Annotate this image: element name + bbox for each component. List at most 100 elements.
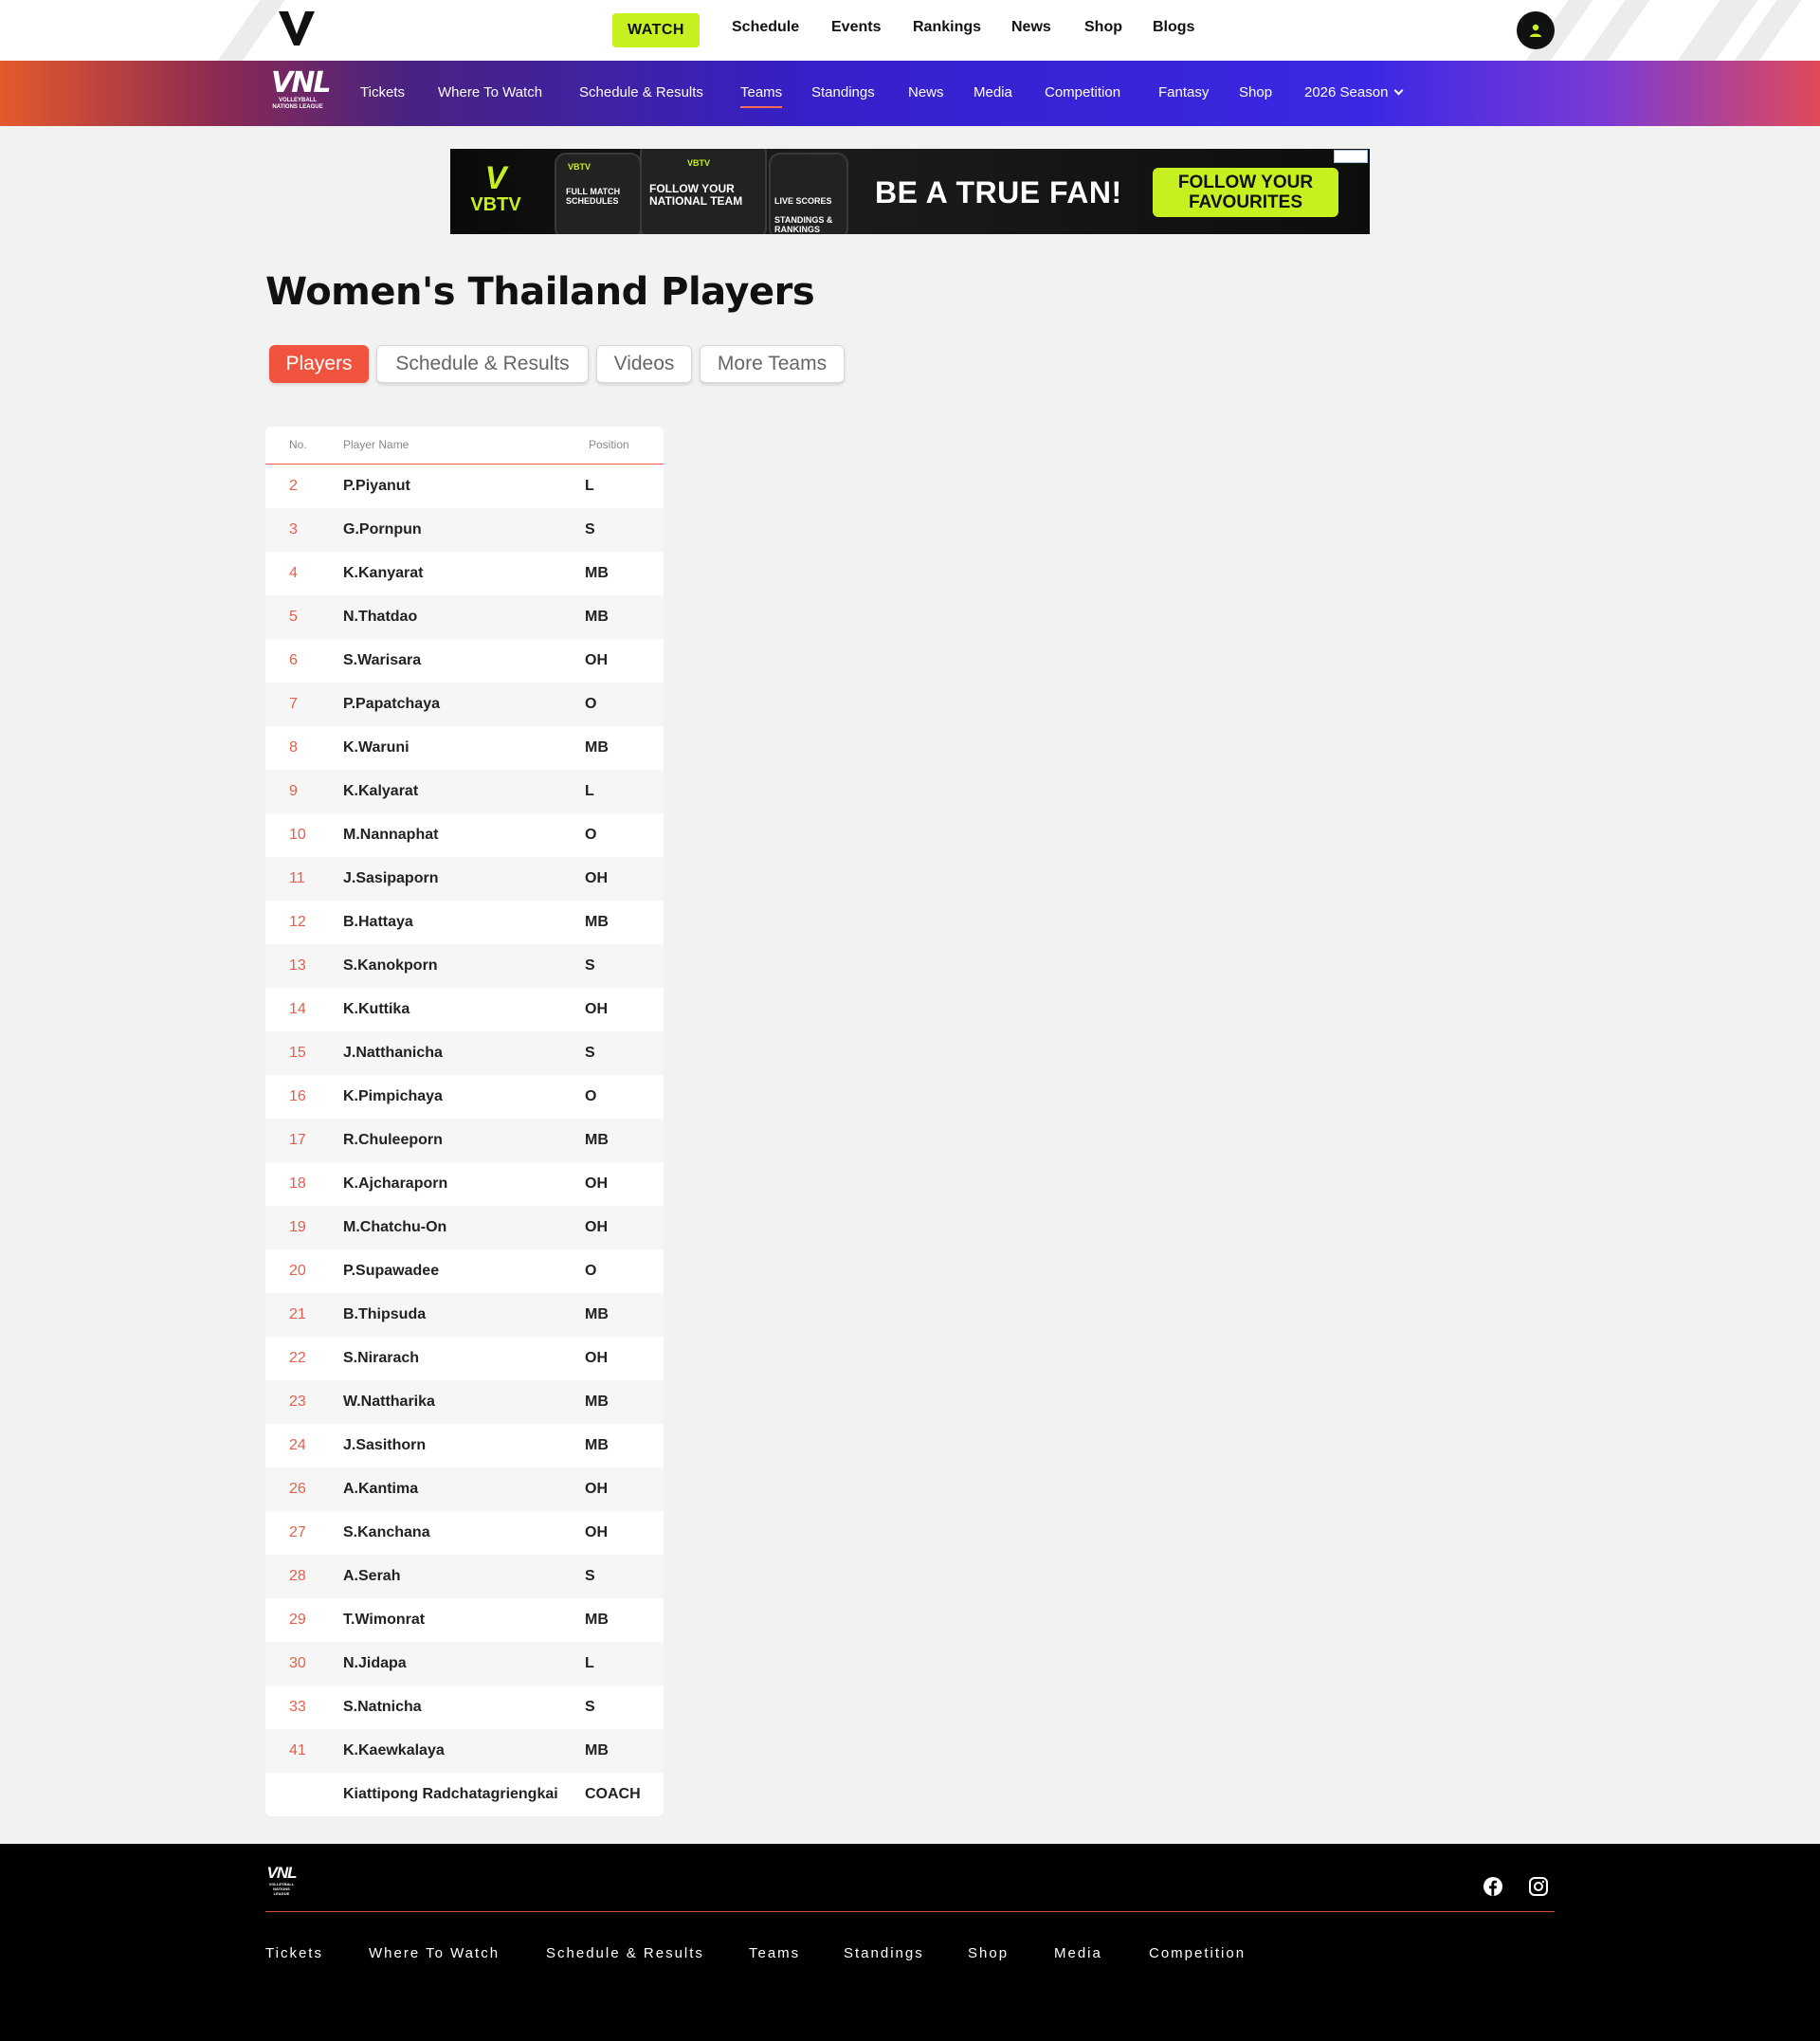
vbtv-logo: V VBTV — [467, 162, 524, 215]
player-number: 9 — [289, 783, 298, 799]
nav-competition[interactable]: Competition — [1045, 84, 1120, 100]
topnav-events[interactable]: Events — [831, 19, 881, 36]
nav-teams[interactable]: Teams — [740, 84, 783, 108]
nav-shop[interactable]: Shop — [1239, 84, 1272, 100]
ad-phone-text: STANDINGS & RANKINGS — [774, 215, 833, 234]
table-row[interactable]: Kiattipong Radchatagriengkai COACH — [265, 1773, 664, 1816]
topnav-schedule[interactable]: Schedule — [732, 19, 799, 36]
player-number: 13 — [289, 957, 306, 974]
player-number: 21 — [289, 1306, 306, 1322]
player-position: OH — [585, 652, 608, 668]
table-row[interactable]: 11 J.Sasipaporn OH — [265, 857, 664, 901]
season-dropdown[interactable]: 2026 Season — [1304, 84, 1404, 100]
table-row[interactable]: 10 M.Nannaphat O — [265, 813, 664, 857]
player-name: J.Sasithorn — [343, 1437, 427, 1453]
ad-phone-3: LIVE SCORES STANDINGS & RANKINGS — [769, 153, 848, 234]
player-number: 14 — [289, 1001, 306, 1017]
player-position: MB — [585, 739, 609, 756]
nav-news[interactable]: News — [908, 84, 944, 100]
footer-link-shop[interactable]: Shop — [968, 1945, 1009, 1961]
table-row[interactable]: 16 K.Pimpichaya O — [265, 1075, 664, 1119]
table-row[interactable]: 15 J.Natthanicha S — [265, 1031, 664, 1075]
ad-cta-button[interactable]: FOLLOW YOUR FAVOURITES — [1153, 168, 1338, 217]
column-header-no: No. — [289, 438, 307, 451]
table-row[interactable]: 27 S.Kanchana OH — [265, 1511, 664, 1555]
nav-fantasy[interactable]: Fantasy — [1158, 84, 1209, 100]
table-row[interactable]: 18 K.Ajcharaporn OH — [265, 1162, 664, 1206]
vnl-logo[interactable]: VNL VOLLEYBALL NATIONS LEAGUE — [271, 69, 331, 118]
player-number: 27 — [289, 1524, 306, 1540]
table-row[interactable]: 30 N.Jidapa L — [265, 1642, 664, 1686]
footer-divider — [265, 1911, 1555, 1912]
player-name: K.Kalyarat — [343, 783, 419, 799]
facebook-icon[interactable] — [1483, 1876, 1505, 1899]
nav-where-to-watch[interactable]: Where To Watch — [438, 84, 542, 100]
table-row[interactable]: 4 K.Kanyarat MB — [265, 552, 664, 595]
table-row[interactable]: 9 K.Kalyarat L — [265, 770, 664, 813]
topnav-rankings[interactable]: Rankings — [913, 19, 981, 36]
tab-videos[interactable]: Videos — [596, 345, 692, 383]
footer-logo-subtitle: VOLLEYBALL NATIONS LEAGUE — [268, 1882, 295, 1896]
table-row[interactable]: 28 A.Serah S — [265, 1555, 664, 1598]
table-row[interactable]: 8 K.Waruni MB — [265, 726, 664, 770]
table-row[interactable]: 29 T.Wimonrat MB — [265, 1598, 664, 1642]
player-name: B.Thipsuda — [343, 1306, 427, 1322]
table-row[interactable]: 3 G.Pornpun S — [265, 508, 664, 552]
footer-link-teams[interactable]: Teams — [749, 1945, 800, 1961]
table-row[interactable]: 13 S.Kanokporn S — [265, 944, 664, 988]
instagram-icon[interactable] — [1528, 1876, 1551, 1899]
footer-link-tickets[interactable]: Tickets — [265, 1945, 323, 1961]
nav-media[interactable]: Media — [974, 84, 1012, 100]
tab-more-teams[interactable]: More Teams — [700, 345, 845, 383]
footer-link-standings[interactable]: Standings — [844, 1945, 924, 1961]
footer-link-competition[interactable]: Competition — [1149, 1945, 1246, 1961]
table-row[interactable]: 6 S.Warisara OH — [265, 639, 664, 683]
table-row[interactable]: 26 A.Kantima OH — [265, 1467, 664, 1511]
player-position: S — [585, 957, 595, 974]
tab-players[interactable]: Players — [269, 345, 369, 383]
player-number: 19 — [289, 1219, 306, 1235]
footer-link-where-to-watch[interactable]: Where To Watch — [369, 1945, 500, 1961]
table-row[interactable]: 33 S.Natnicha S — [265, 1686, 664, 1729]
vbtv-logo-mark: V — [484, 160, 507, 196]
table-row[interactable]: 23 W.Nattharika MB — [265, 1380, 664, 1424]
player-name: W.Nattharika — [343, 1394, 435, 1410]
table-row[interactable]: 21 B.Thipsuda MB — [265, 1293, 664, 1337]
table-row[interactable]: 12 B.Hattaya MB — [265, 901, 664, 944]
vnl-logo-subtitle: VOLLEYBALL NATIONS LEAGUE — [272, 98, 323, 110]
nav-schedule-results[interactable]: Schedule & Results — [579, 84, 703, 100]
watch-button[interactable]: WATCH — [612, 13, 700, 47]
table-row[interactable]: 19 M.Chatchu-On OH — [265, 1206, 664, 1249]
player-number: 41 — [289, 1742, 306, 1759]
nav-standings[interactable]: Standings — [811, 84, 875, 100]
footer-link-media[interactable]: Media — [1054, 1945, 1102, 1961]
table-row[interactable]: 2 P.Piyanut L — [265, 465, 664, 508]
player-number: 24 — [289, 1437, 306, 1453]
player-position: O — [585, 827, 597, 843]
player-name: K.Kuttika — [343, 1001, 410, 1017]
table-row[interactable]: 17 R.Chuleeporn MB — [265, 1119, 664, 1162]
footer-vnl-logo[interactable]: VNL VOLLEYBALL NATIONS LEAGUE — [265, 1865, 298, 1897]
ad-banner[interactable]: V VBTV VBTV FULL MATCH SCHEDULES VBTV FO… — [450, 149, 1370, 234]
table-row[interactable]: 20 P.Supawadee O — [265, 1249, 664, 1293]
tab-schedule-results[interactable]: Schedule & Results — [376, 345, 589, 383]
topnav-shop[interactable]: Shop — [1084, 19, 1122, 36]
ad-choices-icon[interactable] — [1334, 150, 1368, 163]
table-row[interactable]: 14 K.Kuttika OH — [265, 988, 664, 1031]
topnav-news[interactable]: News — [1011, 19, 1051, 36]
player-number: 5 — [289, 609, 298, 625]
player-position: L — [585, 478, 594, 494]
table-row[interactable]: 7 P.Papatchaya O — [265, 683, 664, 726]
table-row[interactable]: 22 S.Nirarach OH — [265, 1337, 664, 1380]
user-account-button[interactable] — [1517, 11, 1555, 49]
footer-link-schedule-results[interactable]: Schedule & Results — [546, 1945, 704, 1961]
ad-phone-header: VBTV — [568, 162, 592, 172]
table-row[interactable]: 24 J.Sasithorn MB — [265, 1424, 664, 1467]
table-row[interactable]: 41 K.Kaewkalaya MB — [265, 1729, 664, 1773]
page-title: Women's Thailand Players — [265, 270, 815, 314]
topnav-blogs[interactable]: Blogs — [1153, 19, 1194, 36]
table-body: 2 P.Piyanut L 3 G.Pornpun S 4 K.Kanyarat MB 5 N.Th… — [265, 465, 664, 1816]
player-position: MB — [585, 914, 609, 930]
nav-tickets[interactable]: Tickets — [360, 84, 405, 100]
table-row[interactable]: 5 N.Thatdao MB — [265, 595, 664, 639]
